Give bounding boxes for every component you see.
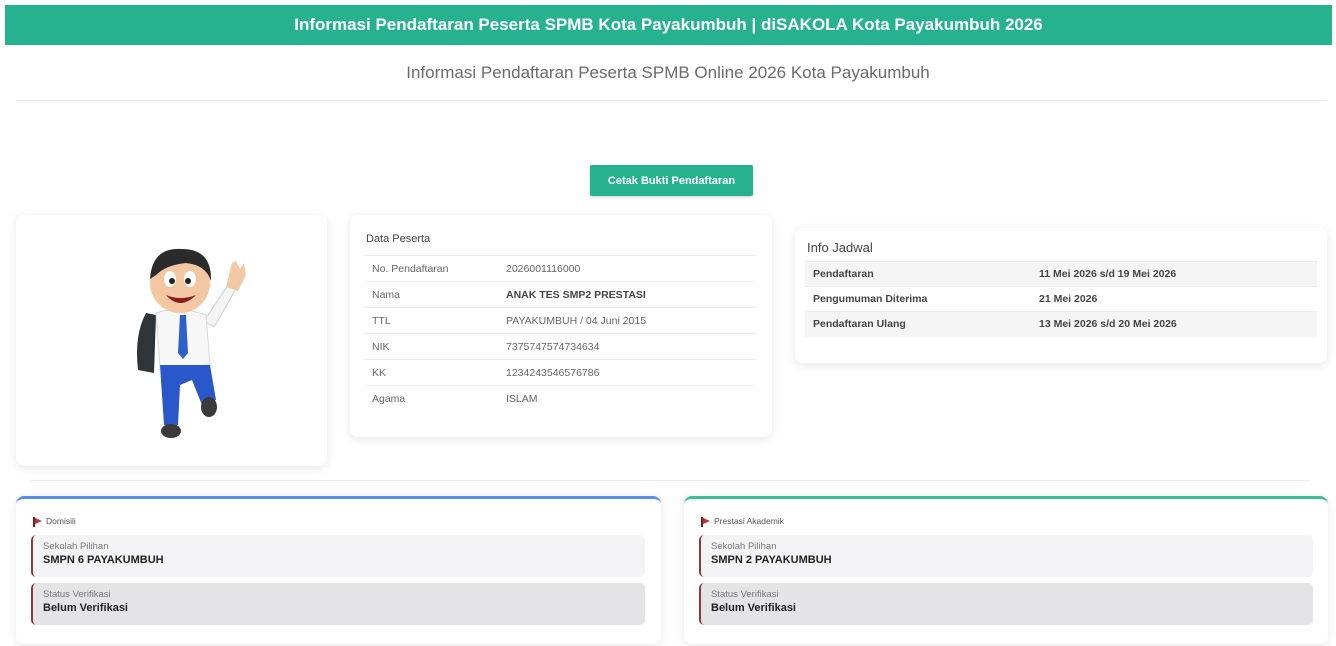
table-row: KK 1234243546576786 [364, 359, 756, 386]
divider [16, 100, 1326, 101]
schedule-title: Info Jadwal [807, 240, 873, 255]
header-title: Informasi Pendaftaran Peserta SPMB Kota … [294, 15, 1043, 34]
row-value: 2026001116000 [506, 255, 756, 282]
field-label: Status Verifikasi [711, 589, 779, 600]
row-value: 7375747574734634 [506, 333, 756, 360]
row-value: ANAK TES SMP2 PRESTASI [506, 281, 756, 308]
choice-card-prestasi: Prestasi Akademik Sekolah Pilihan SMPN 2… [684, 496, 1328, 644]
table-row: NIK 7375747574734634 [364, 333, 756, 360]
jalur-title: Prestasi Akademik [701, 516, 784, 527]
row-label: KK [364, 359, 506, 386]
schedule-table: Pendaftaran 11 Mei 2026 s/d 19 Mei 2026 … [805, 261, 1317, 337]
row-label: Pengumuman Diterima [805, 286, 1039, 312]
row-label: Pendaftaran [805, 261, 1039, 287]
participant-data-card: Data Peserta No. Pendaftaran 20260011160… [350, 215, 772, 437]
field-value: Belum Verifikasi [711, 602, 796, 614]
field-label: Status Verifikasi [43, 589, 111, 600]
jalur-title: Domisili [33, 516, 76, 527]
flag-icon [33, 516, 42, 527]
table-row: Agama ISLAM [364, 385, 756, 412]
page-subtitle: Informasi Pendaftaran Peserta SPMB Onlin… [406, 63, 930, 82]
row-value: ISLAM [506, 385, 756, 412]
verification-status-field: Status Verifikasi Belum Verifikasi [699, 583, 1313, 625]
table-row: Nama ANAK TES SMP2 PRESTASI [364, 281, 756, 308]
table-row: Pendaftaran 11 Mei 2026 s/d 19 Mei 2026 [805, 261, 1317, 287]
flag-icon [701, 516, 710, 527]
field-value: SMPN 6 PAYAKUMBUH [43, 554, 164, 566]
field-value: SMPN 2 PAYAKUMBUH [711, 554, 832, 566]
row-label: TTL [364, 307, 506, 334]
participant-data-table: No. Pendaftaran 2026001116000 Nama ANAK … [364, 255, 756, 412]
row-label: Agama [364, 385, 506, 412]
school-choice-field: Sekolah Pilihan SMPN 6 PAYAKUMBUH [31, 535, 645, 577]
print-receipt-button[interactable]: Cetak Bukti Pendaftaran [590, 165, 753, 196]
verification-status-field: Status Verifikasi Belum Verifikasi [31, 583, 645, 625]
row-label: Pendaftaran Ulang [805, 311, 1039, 337]
jalur-label: Domisili [46, 516, 76, 526]
field-label: Sekolah Pilihan [711, 541, 777, 552]
row-value: 21 Mei 2026 [1039, 286, 1317, 312]
table-row: Pendaftaran Ulang 13 Mei 2026 s/d 20 Mei… [805, 311, 1317, 337]
row-value: 11 Mei 2026 s/d 19 Mei 2026 [1039, 261, 1317, 287]
student-mascot-image [137, 248, 246, 438]
field-label: Sekolah Pilihan [43, 541, 109, 552]
row-label: No. Pendaftaran [364, 255, 506, 282]
student-photo-card [16, 215, 327, 466]
table-row: TTL PAYAKUMBUH / 04 Juni 2015 [364, 307, 756, 334]
schedule-card: Info Jadwal Pendaftaran 11 Mei 2026 s/d … [795, 228, 1327, 363]
field-value: Belum Verifikasi [43, 602, 128, 614]
jalur-label: Prestasi Akademik [714, 516, 784, 526]
choice-card-domisili: Domisili Sekolah Pilihan SMPN 6 PAYAKUMB… [16, 496, 661, 644]
row-value: 1234243546576786 [506, 359, 756, 386]
row-label: NIK [364, 333, 506, 360]
school-choice-field: Sekolah Pilihan SMPN 2 PAYAKUMBUH [699, 535, 1313, 577]
divider [30, 480, 1310, 481]
page-header: Informasi Pendaftaran Peserta SPMB Kota … [5, 5, 1332, 45]
table-row: No. Pendaftaran 2026001116000 [364, 255, 756, 282]
table-row: Pengumuman Diterima 21 Mei 2026 [805, 286, 1317, 312]
row-value: PAYAKUMBUH / 04 Juni 2015 [506, 307, 756, 334]
row-value: 13 Mei 2026 s/d 20 Mei 2026 [1039, 311, 1317, 337]
participant-data-title: Data Peserta [366, 233, 431, 245]
row-label: Nama [364, 281, 506, 308]
